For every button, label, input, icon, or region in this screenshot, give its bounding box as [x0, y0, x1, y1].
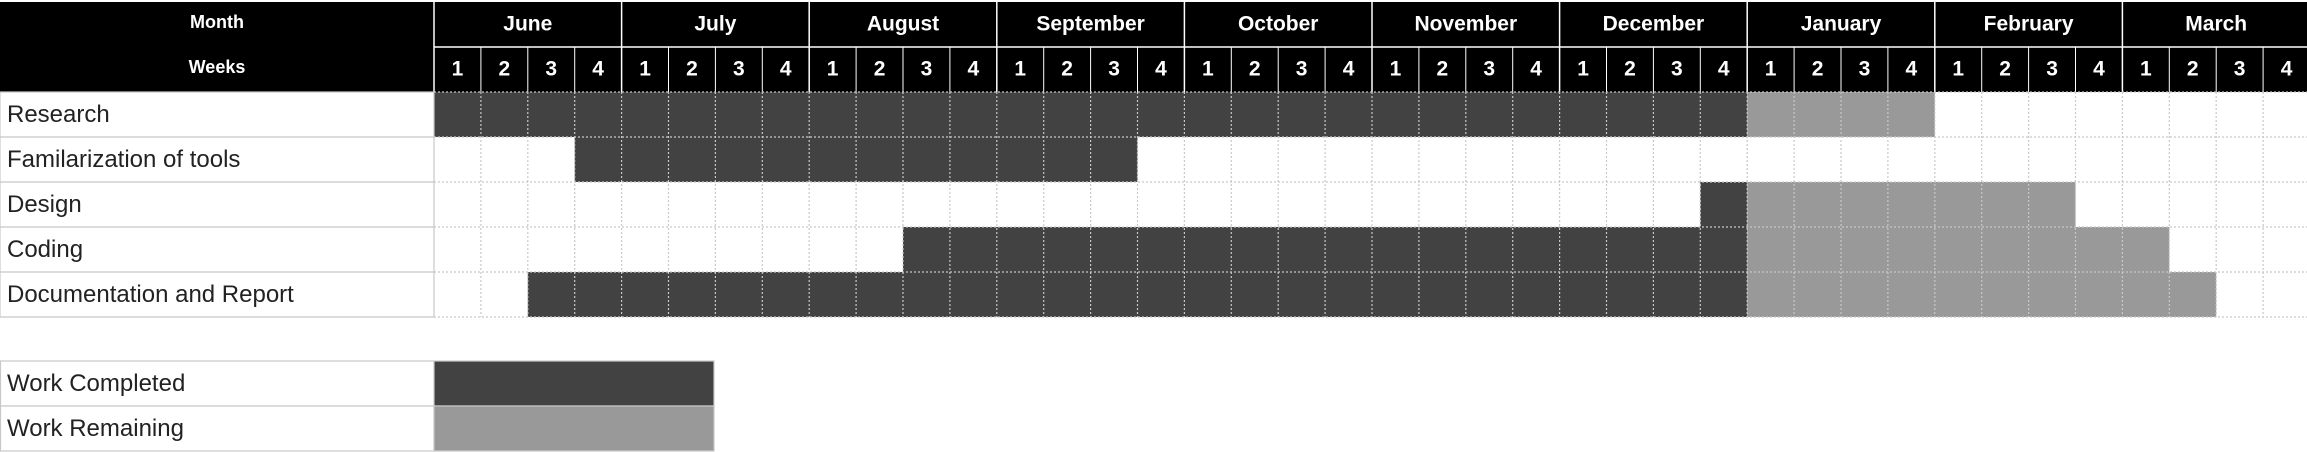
month-label-august: August [867, 13, 939, 36]
week-label: 4 [1155, 58, 1167, 81]
bar-completed [527, 272, 1748, 317]
week-label: 3 [1296, 58, 1308, 81]
month-label-october: October [1238, 13, 1319, 36]
bar-completed [574, 137, 1138, 182]
week-label: 4 [1343, 58, 1355, 81]
week-label: 1 [827, 58, 839, 81]
task-label: Familarization of tools [7, 146, 240, 173]
month-label-july: July [694, 13, 736, 36]
bar-completed [1700, 182, 1748, 227]
week-label: 4 [592, 58, 604, 81]
week-label: 1 [1014, 58, 1026, 81]
week-label: 2 [1812, 58, 1824, 81]
bar-remaining [1747, 182, 2076, 227]
month-label-february: February [1984, 13, 2074, 36]
week-label: 2 [874, 58, 886, 81]
week-label: 4 [2281, 58, 2293, 81]
legend-swatch [433, 405, 715, 452]
week-label: 3 [545, 58, 557, 81]
week-label: 1 [2140, 58, 2152, 81]
week-label: 2 [1249, 58, 1261, 81]
week-label: 3 [1108, 58, 1120, 81]
month-label-november: November [1414, 13, 1517, 36]
task-label: Coding [7, 236, 83, 263]
week-label: 1 [639, 58, 651, 81]
week-label: 1 [452, 58, 464, 81]
task-label: Documentation and Report [7, 281, 294, 308]
month-label-june: June [503, 13, 552, 36]
week-label: 4 [780, 58, 792, 81]
weeks-header-label: Weeks [189, 57, 246, 77]
week-label: 1 [1390, 58, 1402, 81]
week-label: 2 [1624, 58, 1636, 81]
week-label: 2 [2187, 58, 2199, 81]
legend-label: Work Remaining [7, 415, 184, 442]
legend-label: Work Completed [7, 370, 185, 397]
week-label: 3 [733, 58, 745, 81]
week-label: 2 [1061, 58, 1073, 81]
week-label: 2 [1437, 58, 1449, 81]
week-label: 3 [1671, 58, 1683, 81]
bar-completed [434, 92, 1748, 137]
legend-swatch [433, 360, 715, 407]
week-label: 4 [1718, 58, 1730, 81]
week-label: 4 [2093, 58, 2105, 81]
month-label-march: March [2185, 13, 2247, 36]
gantt-chart: Month Weeks June July August September October… [0, 2, 2307, 452]
month-header-label: Month [190, 12, 244, 32]
week-label: 2 [686, 58, 698, 81]
week-label: 3 [1859, 58, 1871, 81]
week-label: 1 [1765, 58, 1777, 81]
bar-remaining [1747, 92, 1935, 137]
week-label: 4 [1906, 58, 1918, 81]
week-label: 2 [499, 58, 511, 81]
month-label-september: September [1036, 13, 1145, 36]
bar-remaining [1747, 227, 2170, 272]
week-label: 1 [1202, 58, 1214, 81]
week-label: 1 [1952, 58, 1964, 81]
week-label: 4 [968, 58, 980, 81]
week-label: 4 [1530, 58, 1542, 81]
task-label: Design [7, 191, 82, 218]
week-label: 3 [1483, 58, 1495, 81]
month-label-december: December [1603, 13, 1705, 36]
week-label: 2 [1999, 58, 2011, 81]
week-label: 3 [2234, 58, 2246, 81]
month-label-january: January [1801, 13, 1882, 36]
week-label: 3 [2046, 58, 2058, 81]
bar-remaining [1747, 272, 2217, 317]
week-label: 3 [921, 58, 933, 81]
week-label: 1 [1577, 58, 1589, 81]
task-label: Research [7, 101, 110, 128]
